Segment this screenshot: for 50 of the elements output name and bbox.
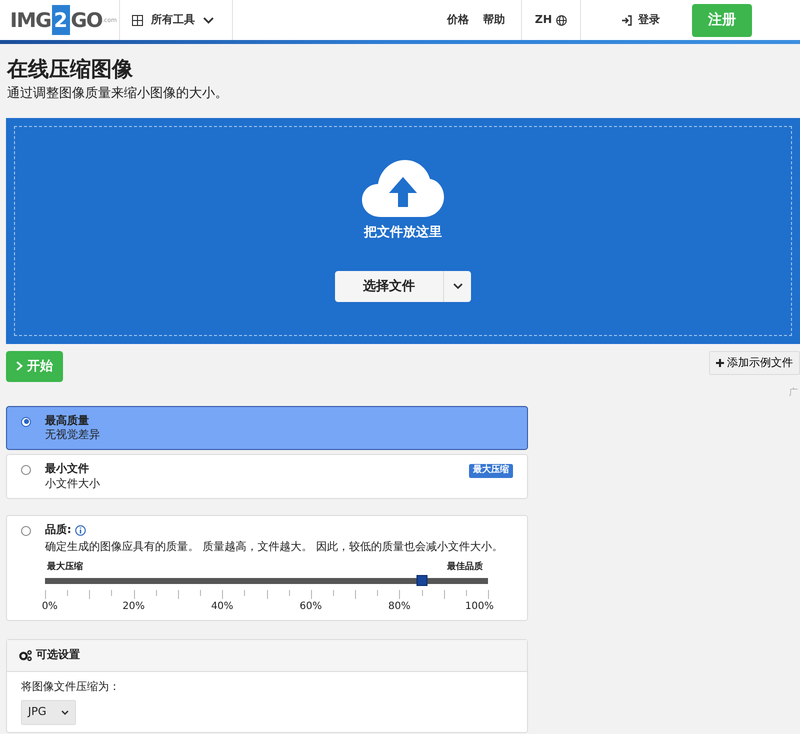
radio-button[interactable] <box>21 465 31 476</box>
option-card[interactable]: 最小文件 小文件大小 最大压缩 <box>6 454 528 499</box>
page-subtitle: 通过调整图像质量来缩小图像的大小。 <box>6 85 229 104</box>
cloud-upload-icon <box>361 159 445 220</box>
option-description: 无视觉差异 <box>45 428 101 442</box>
tick-label: 100% <box>465 600 494 614</box>
ad-label: 广 <box>789 387 798 400</box>
option-title: 品质: <box>45 522 72 538</box>
settings-title: 可选设置 <box>36 647 80 664</box>
tick-label: 40% <box>211 600 234 614</box>
language-selector[interactable]: ZH <box>534 12 552 28</box>
slider-min-label: 最大压缩 <box>47 562 83 574</box>
choose-file-button[interactable]: 选择文件 <box>335 270 443 302</box>
sign-in-icon <box>621 14 632 26</box>
grid-icon <box>132 14 143 26</box>
login-link[interactable]: 登录 <box>638 12 660 28</box>
option-title: 最小文件 <box>45 462 89 477</box>
chevron-down-icon <box>203 16 214 24</box>
radio-button[interactable] <box>21 526 31 536</box>
chevron-down-icon <box>452 283 462 290</box>
drop-zone[interactable]: 把文件放这里 选择文件 <box>14 126 792 336</box>
tools-menu[interactable]: 所有工具 <box>151 12 195 28</box>
info-icon <box>75 524 86 536</box>
option-card[interactable]: 品质: 确定生成的图像应具有的质量。 质量越高，文件越大。 因此，较低的质量也会减小文件大小。 最大压缩 最佳品质 0% 20% 40% 60% 80% 100% <box>6 514 528 622</box>
tick-label: 80% <box>388 600 410 614</box>
drop-hint: 把文件放这里 <box>364 224 442 242</box>
option-description: 确定生成的图像应具有的质量。 质量越高，文件越大。 因此，较低的质量也会减小文件大小。 <box>45 540 504 554</box>
gears-icon <box>19 650 32 661</box>
add-sample-button[interactable]: 添加示例文件 <box>709 350 800 376</box>
tick-label: 20% <box>122 600 145 614</box>
chevron-down-icon <box>61 710 69 715</box>
option-description: 小文件大小 <box>45 476 101 491</box>
slider-track[interactable] <box>45 578 488 584</box>
slider-max-label: 最佳品质 <box>447 562 483 574</box>
format-select[interactable]: JPG <box>21 700 76 725</box>
tick-label: 60% <box>300 600 322 614</box>
nav-link[interactable]: 帮助 <box>483 12 505 28</box>
page-title: 在线压缩图像 <box>6 56 134 82</box>
format-label: 将图像文件压缩为： <box>21 678 121 695</box>
badge-label: 最大压缩 <box>469 464 513 478</box>
option-card[interactable]: 最高质量 无视觉差异 <box>6 406 528 450</box>
chevron-right-icon <box>16 361 23 372</box>
globe-icon <box>556 14 568 26</box>
tick-label: 0% <box>42 600 58 614</box>
slider-thumb[interactable] <box>416 575 428 586</box>
plus-icon <box>716 358 724 367</box>
option-title: 最高质量 <box>45 414 89 428</box>
dropdown-toggle-button[interactable] <box>443 270 471 302</box>
radio-button[interactable] <box>21 416 31 427</box>
nav-link[interactable]: 价格 <box>447 12 469 28</box>
